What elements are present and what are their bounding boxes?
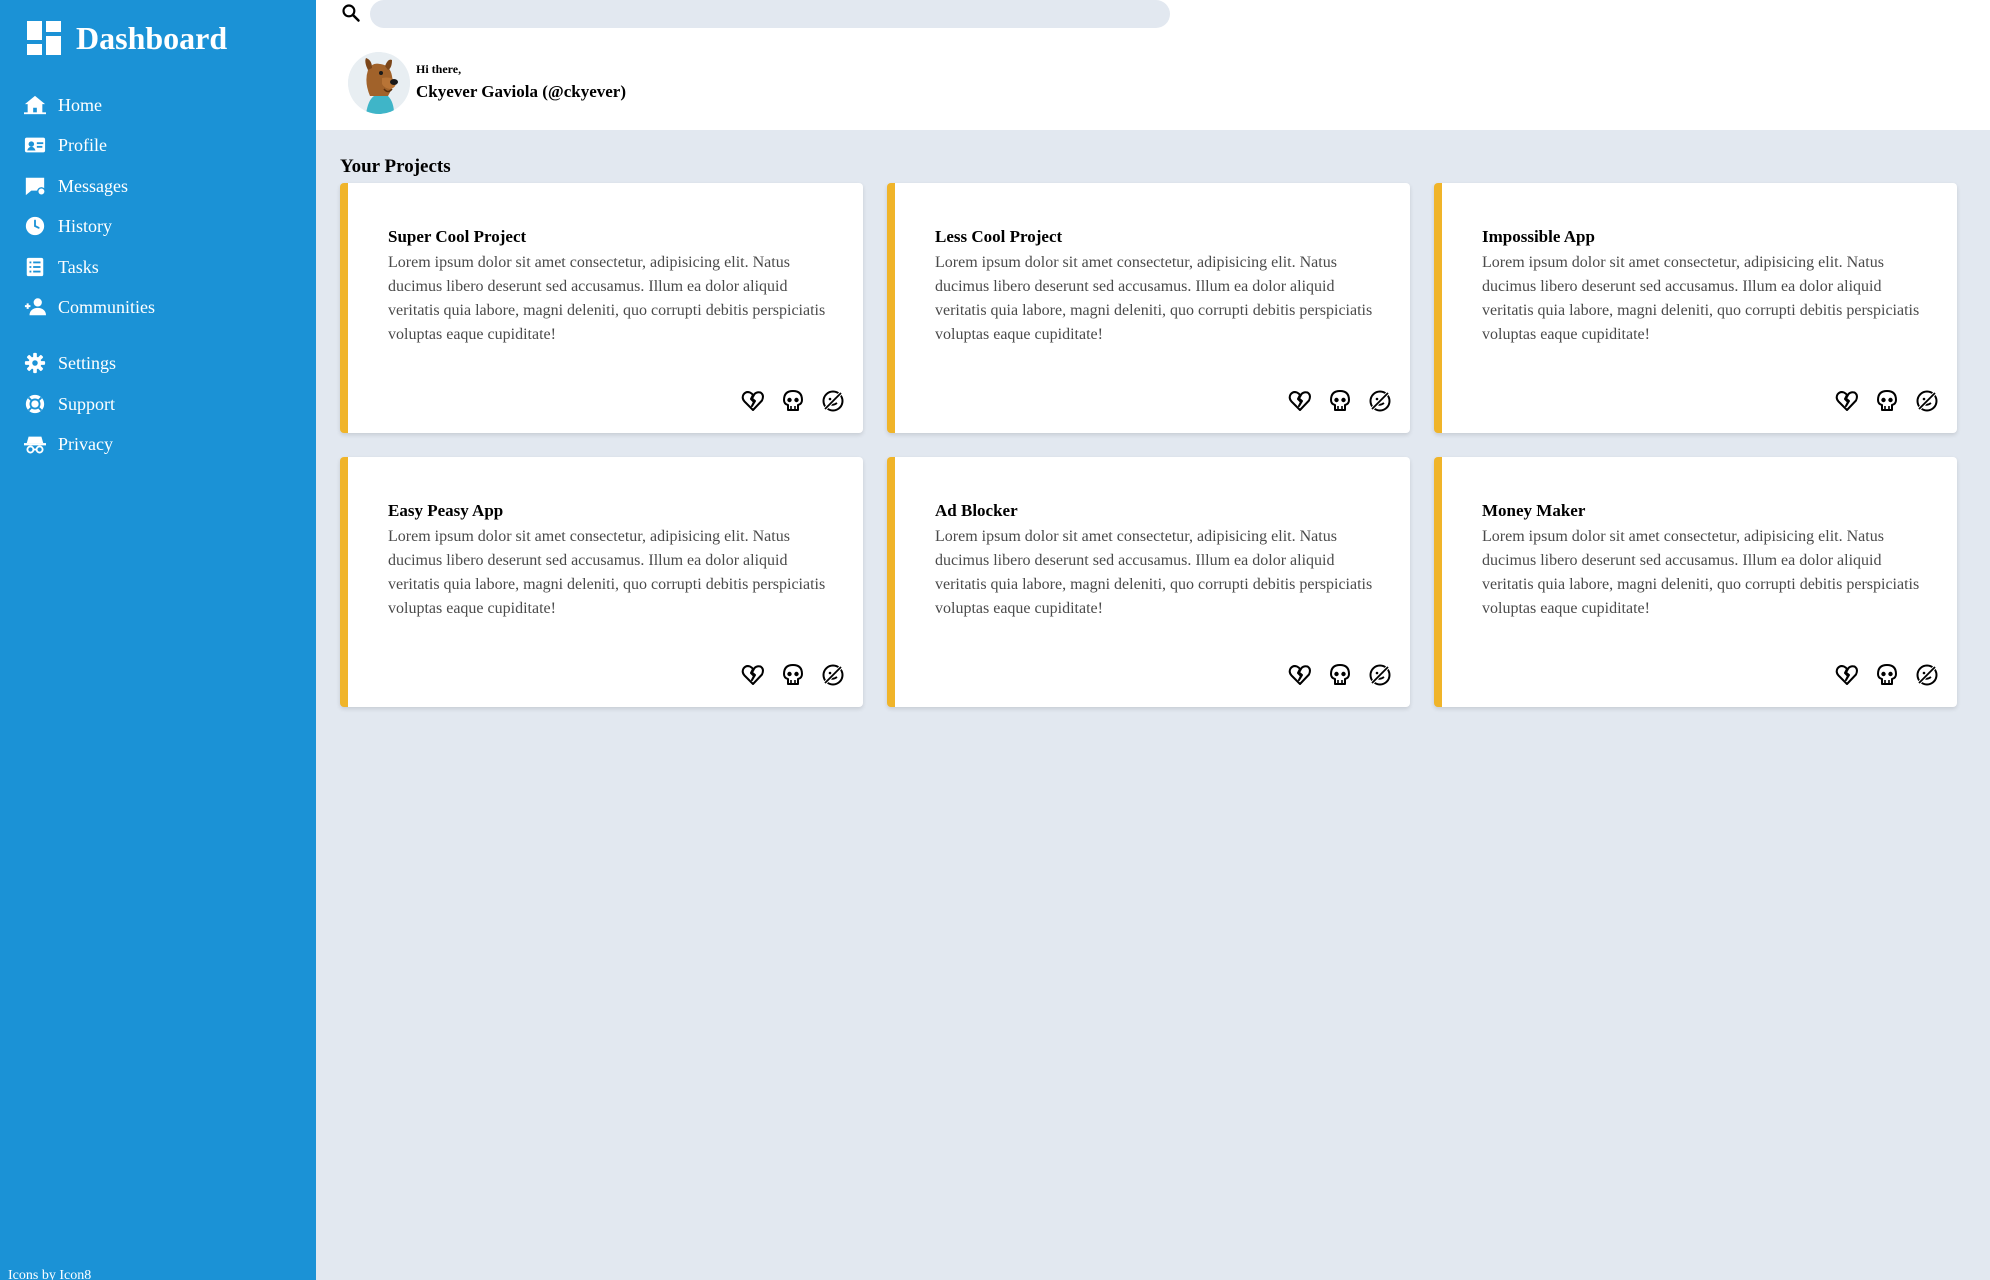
search-input[interactable]	[370, 0, 1170, 28]
skull-icon[interactable]	[781, 389, 805, 413]
project-title: Impossible App	[1482, 227, 1595, 246]
crossed-smiley-icon[interactable]	[1915, 663, 1939, 687]
dashboard-icon	[27, 21, 61, 55]
sidebar-item-privacy[interactable]: Privacy	[24, 429, 113, 459]
crossed-smiley-icon[interactable]	[1368, 663, 1392, 687]
project-title: Less Cool Project	[935, 227, 1063, 246]
sidebar: Dashboard Home Profile Messages History …	[0, 0, 316, 1280]
broken-heart-icon[interactable]	[741, 663, 765, 687]
header: Hi there, Ckyever Gaviola (@ckyever)	[316, 0, 1990, 130]
clock-icon	[25, 216, 45, 236]
sidebar-item-messages[interactable]: Messages	[24, 171, 128, 201]
card-actions	[725, 389, 845, 413]
incognito-icon	[24, 436, 46, 454]
card-actions	[1272, 663, 1392, 687]
card-actions	[725, 663, 845, 687]
project-card[interactable]: Super Cool Project Lorem ipsum dolor sit…	[340, 183, 863, 433]
message-icon	[25, 177, 46, 196]
skull-icon[interactable]	[1328, 389, 1352, 413]
sidebar-item-label: History	[58, 215, 112, 236]
sidebar-item-label: Profile	[58, 134, 107, 155]
greeting: Hi there,	[416, 62, 462, 76]
skull-icon[interactable]	[1875, 389, 1899, 413]
sidebar-item-tasks[interactable]: Tasks	[24, 252, 99, 282]
broken-heart-icon[interactable]	[1835, 389, 1859, 413]
search-icon[interactable]	[341, 3, 361, 23]
sidebar-item-label: Privacy	[58, 433, 113, 454]
home-icon	[24, 95, 46, 115]
user-name: Ckyever Gaviola (@ckyever)	[416, 82, 627, 101]
skull-icon[interactable]	[1328, 663, 1352, 687]
sidebar-item-label: Support	[58, 393, 116, 414]
brand: Dashboard	[27, 20, 227, 56]
card-actions	[1819, 389, 1939, 413]
crossed-smiley-icon[interactable]	[821, 389, 845, 413]
project-title: Super Cool Project	[388, 227, 527, 246]
project-card[interactable]: Money Maker Lorem ipsum dolor sit amet c…	[1434, 457, 1957, 707]
skull-icon[interactable]	[1875, 663, 1899, 687]
sidebar-item-label: Messages	[58, 175, 128, 196]
sidebar-item-label: Home	[58, 94, 102, 115]
support-icon	[25, 394, 45, 414]
crossed-smiley-icon[interactable]	[821, 663, 845, 687]
project-description: Lorem ipsum dolor sit amet consectetur, …	[935, 528, 1373, 617]
sidebar-item-label: Communities	[58, 296, 156, 317]
sidebar-item-home[interactable]: Home	[24, 90, 102, 120]
id-card-icon	[24, 137, 46, 153]
sidebar-item-settings[interactable]: Settings	[24, 348, 116, 378]
sidebar-item-profile[interactable]: Profile	[24, 130, 107, 160]
skull-icon[interactable]	[781, 663, 805, 687]
app: Dashboard Home Profile Messages History …	[0, 0, 1990, 1280]
broken-heart-icon[interactable]	[1288, 389, 1312, 413]
project-description: Lorem ipsum dolor sit amet consectetur, …	[388, 528, 826, 617]
broken-heart-icon[interactable]	[1288, 663, 1312, 687]
crossed-smiley-icon[interactable]	[1915, 389, 1939, 413]
section-title: Your Projects	[340, 156, 451, 177]
gear-icon	[24, 352, 46, 374]
icons-credit: Icons by Icon8	[8, 1268, 92, 1280]
project-card[interactable]: Easy Peasy App Lorem ipsum dolor sit ame…	[340, 457, 863, 707]
dog-avatar-image	[348, 52, 410, 114]
sidebar-item-label: Tasks	[58, 256, 99, 277]
card-actions	[1819, 663, 1939, 687]
project-description: Lorem ipsum dolor sit amet consectetur, …	[935, 254, 1373, 343]
project-description: Lorem ipsum dolor sit amet consectetur, …	[388, 254, 826, 343]
crossed-smiley-icon[interactable]	[1368, 389, 1392, 413]
project-title: Money Maker	[1482, 501, 1586, 520]
card-actions	[1272, 389, 1392, 413]
broken-heart-icon[interactable]	[741, 389, 765, 413]
project-description: Lorem ipsum dolor sit amet consectetur, …	[1482, 528, 1920, 617]
project-title: Ad Blocker	[935, 501, 1018, 520]
list-icon	[26, 257, 44, 277]
sidebar-item-label: Settings	[58, 352, 117, 373]
project-card[interactable]: Ad Blocker Lorem ipsum dolor sit amet co…	[887, 457, 1410, 707]
sidebar-item-history[interactable]: History	[24, 211, 112, 241]
app-title: Dashboard	[76, 19, 228, 56]
project-description: Lorem ipsum dolor sit amet consectetur, …	[1482, 254, 1920, 343]
project-card[interactable]: Impossible App Lorem ipsum dolor sit ame…	[1434, 183, 1957, 433]
project-title: Easy Peasy App	[388, 501, 504, 520]
sidebar-item-support[interactable]: Support	[24, 389, 115, 419]
people-icon	[24, 298, 46, 316]
broken-heart-icon[interactable]	[1835, 663, 1859, 687]
avatar[interactable]	[348, 52, 410, 114]
sidebar-item-communities[interactable]: Communities	[24, 292, 155, 322]
project-card[interactable]: Less Cool Project Lorem ipsum dolor sit …	[887, 183, 1410, 433]
